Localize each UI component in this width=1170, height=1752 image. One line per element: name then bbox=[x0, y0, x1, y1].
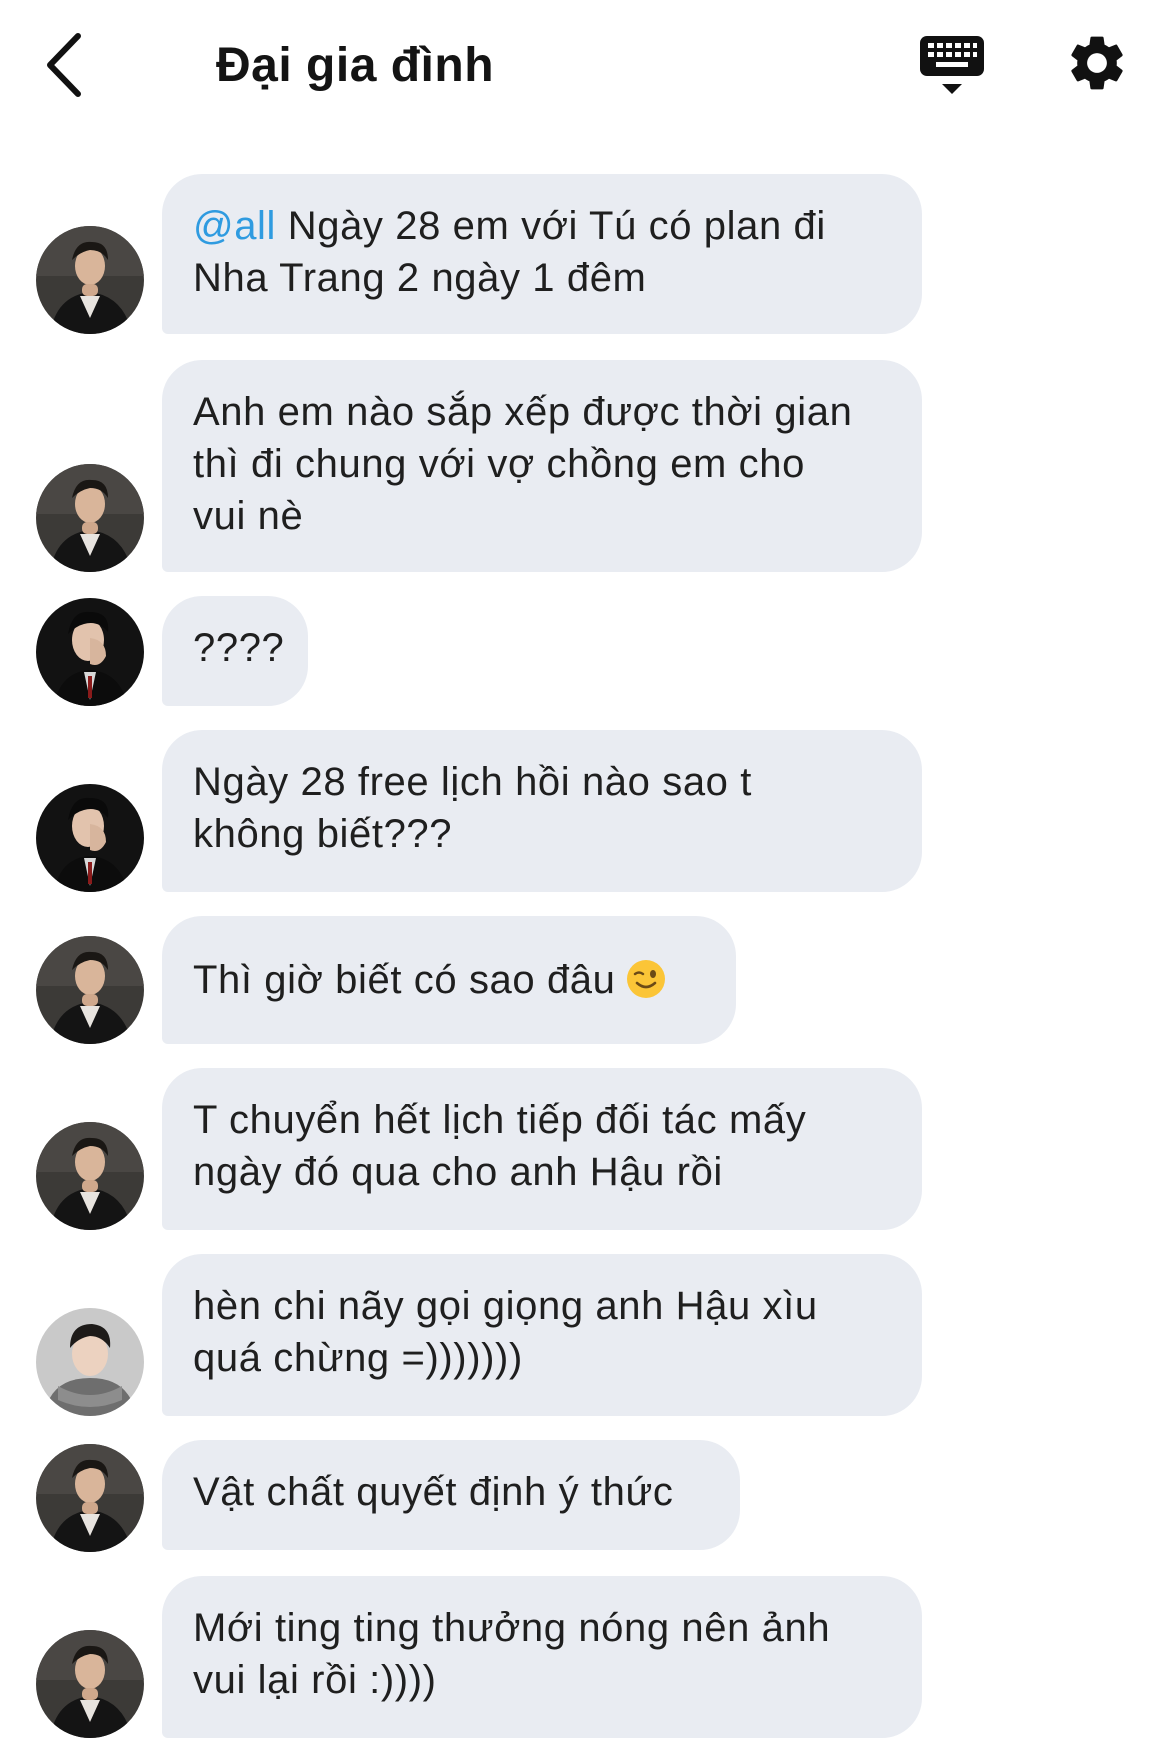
avatar[interactable] bbox=[36, 1630, 144, 1738]
message-text: T chuyển hết lịch tiếp đối tác mấy ngày … bbox=[193, 1098, 807, 1194]
mention-all[interactable]: @all bbox=[193, 204, 276, 248]
message-text: Vật chất quyết định ý thức bbox=[193, 1470, 674, 1514]
avatar[interactable] bbox=[36, 226, 144, 334]
message-bubble[interactable]: Ngày 28 free lịch hồi nào sao t không bi… bbox=[162, 730, 922, 892]
message-bubble[interactable]: Vật chất quyết định ý thức bbox=[162, 1440, 740, 1550]
avatar[interactable] bbox=[36, 1122, 144, 1230]
message-text: Ngày 28 free lịch hồi nào sao t không bi… bbox=[193, 760, 752, 856]
message-text: hèn chi nãy gọi giọng anh Hậu xìu quá ch… bbox=[193, 1284, 818, 1380]
message-bubble[interactable]: Anh em nào sắp xếp được thời gian thì đi… bbox=[162, 360, 922, 572]
avatar[interactable] bbox=[36, 1444, 144, 1552]
message-text: Thì giờ biết có sao đâu bbox=[193, 958, 616, 1002]
message-list: @all Ngày 28 em với Tú có plan đi Nha Tr… bbox=[0, 0, 1170, 1752]
avatar[interactable] bbox=[36, 784, 144, 892]
avatar[interactable] bbox=[36, 1308, 144, 1416]
avatar[interactable] bbox=[36, 936, 144, 1044]
message-text: Anh em nào sắp xếp được thời gian thì đi… bbox=[193, 390, 853, 538]
message-bubble[interactable]: T chuyển hết lịch tiếp đối tác mấy ngày … bbox=[162, 1068, 922, 1230]
message-bubble[interactable]: ???? bbox=[162, 596, 308, 706]
message-bubble[interactable]: Thì giờ biết có sao đâu bbox=[162, 916, 736, 1044]
avatar[interactable] bbox=[36, 598, 144, 706]
message-bubble[interactable]: hèn chi nãy gọi giọng anh Hậu xìu quá ch… bbox=[162, 1254, 922, 1416]
winking-face-emoji-icon bbox=[626, 959, 666, 999]
message-text: Mới ting ting thưởng nóng nên ảnh vui lạ… bbox=[193, 1606, 831, 1702]
message-bubble[interactable]: @all Ngày 28 em với Tú có plan đi Nha Tr… bbox=[162, 174, 922, 334]
message-text: ???? bbox=[193, 626, 285, 670]
message-text: Ngày 28 em với Tú có plan đi Nha Trang 2… bbox=[193, 204, 826, 300]
message-bubble[interactable]: Mới ting ting thưởng nóng nên ảnh vui lạ… bbox=[162, 1576, 922, 1738]
avatar[interactable] bbox=[36, 464, 144, 572]
